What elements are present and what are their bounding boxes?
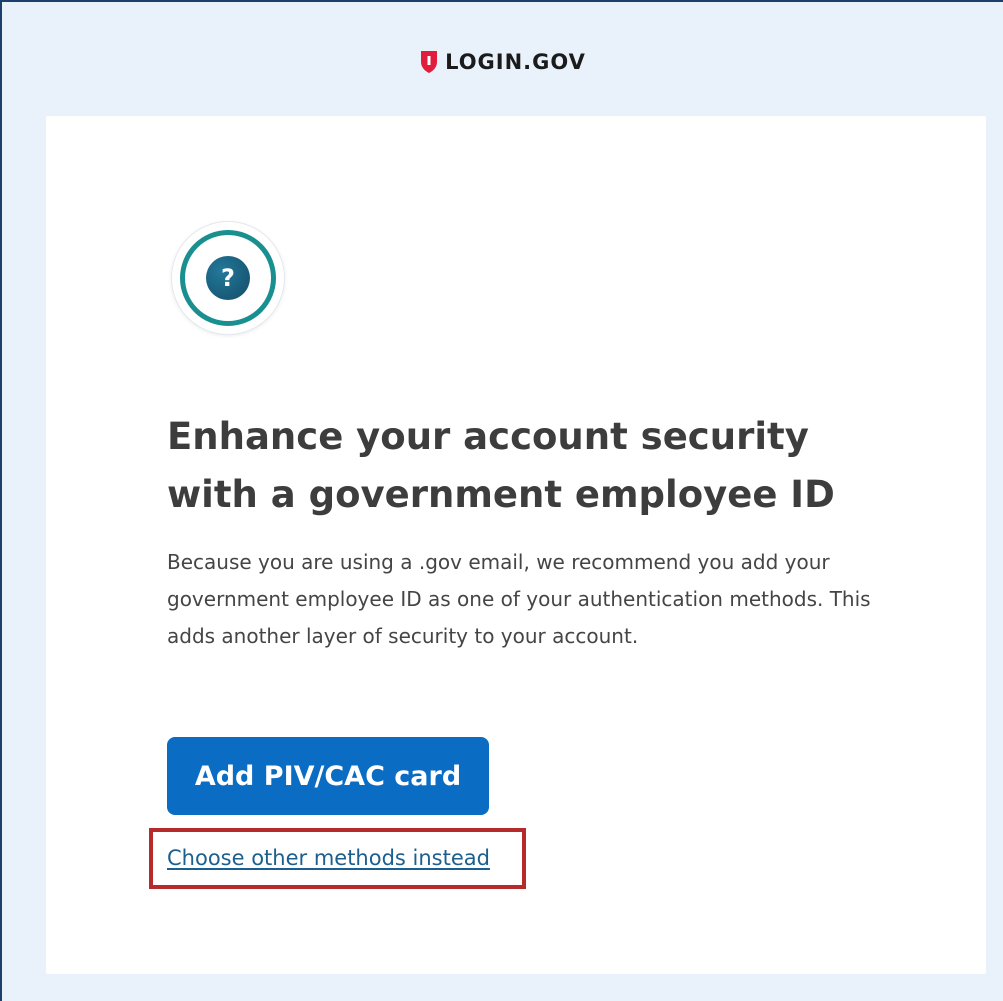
description-text: Because you are using a .gov email, we r… <box>167 550 871 648</box>
page-title: Enhance your account security with a gov… <box>167 415 835 516</box>
login-gov-logo[interactable]: LOGIN.GOV <box>419 50 586 74</box>
site-header: LOGIN.GOV <box>2 46 1003 78</box>
content-card: ? Enhance your account security with a g… <box>46 116 986 974</box>
add-piv-cac-button[interactable]: Add PIV/CAC card <box>167 737 489 815</box>
question-mark-icon: ? <box>206 256 250 300</box>
shield-icon <box>421 51 438 73</box>
choose-other-methods-link[interactable]: Choose other methods instead <box>167 844 490 872</box>
logo-text: LOGIN.GOV <box>445 50 586 74</box>
page-frame: LOGIN.GOV ? Enhance your account securit… <box>0 0 1003 1001</box>
question-badge: ? <box>172 222 284 334</box>
